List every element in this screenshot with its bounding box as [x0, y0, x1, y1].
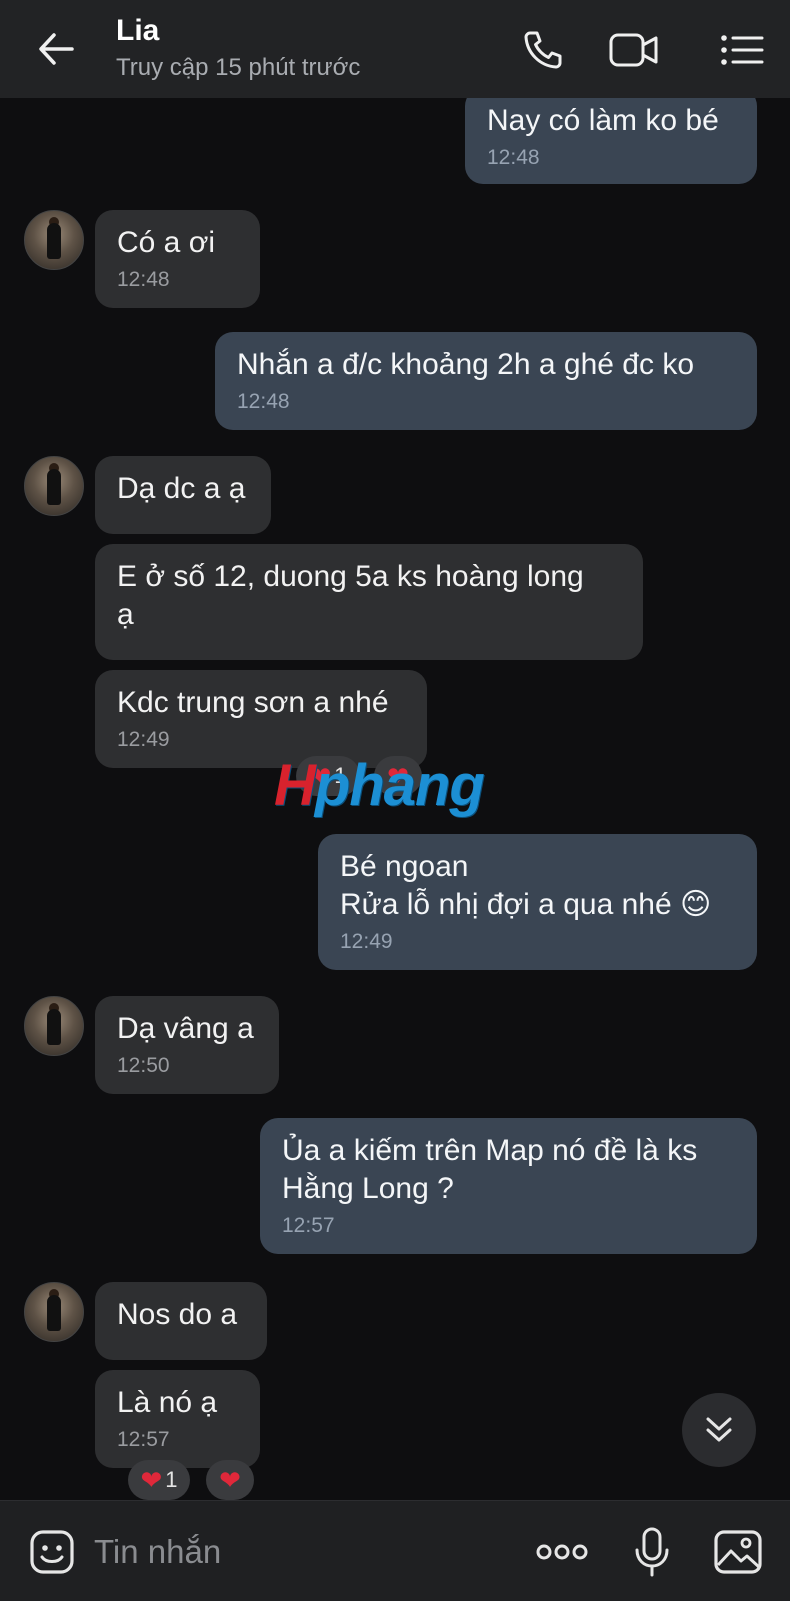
chat-header: Lia Truy cập 15 phút trước: [0, 0, 790, 98]
message-text: Bé ngoan Rửa lỗ nhị đợi a qua nhé 😊: [340, 850, 712, 921]
scroll-to-bottom-button[interactable]: [682, 1393, 756, 1467]
message-bubble-outgoing[interactable]: Bé ngoan Rửa lỗ nhị đợi a qua nhé 😊 12:4…: [318, 834, 757, 970]
message-text: Là nó ạ: [117, 1386, 218, 1419]
back-arrow-icon: [39, 33, 74, 65]
contact-status: Truy cập 15 phút trước: [116, 54, 361, 81]
message-text: Kdc trung sơn a nhé: [117, 686, 389, 719]
message-text: E ở số 12, duong 5a ks hoàng long ạ: [117, 560, 584, 631]
video-call-icon: [609, 33, 658, 67]
heart-icon: ❤: [219, 1465, 241, 1495]
message-text: Dạ vâng a: [117, 1012, 254, 1045]
message-time: 12:57: [282, 1214, 335, 1237]
reaction-count-badge[interactable]: ❤ 1: [128, 1460, 190, 1500]
avatar[interactable]: [24, 996, 84, 1056]
message-bubble-outgoing[interactable]: Ủa a kiếm trên Map nó đề là ks Hằng Long…: [260, 1118, 757, 1254]
list-menu-icon: [721, 35, 764, 65]
message-text: Nay có làm ko bé: [487, 104, 719, 137]
microphone-icon: [635, 1527, 669, 1577]
message-time: 12:50: [117, 1054, 170, 1077]
heart-icon: ❤: [140, 1465, 163, 1495]
message-time: 12:57: [117, 1428, 170, 1451]
message-time: 12:48: [237, 390, 290, 413]
message-bubble-incoming[interactable]: Nos do a: [95, 1282, 267, 1360]
message-time: 12:48: [117, 268, 170, 291]
contact-name[interactable]: Lia: [116, 14, 159, 48]
message-input[interactable]: [92, 1527, 516, 1577]
message-time: 12:48: [487, 146, 540, 169]
more-options-icon: [536, 1544, 588, 1560]
avatar[interactable]: [24, 1282, 84, 1342]
add-reaction-button[interactable]: ❤: [206, 1460, 254, 1500]
image-icon: [714, 1530, 762, 1574]
message-bubble-outgoing[interactable]: Nay có làm ko bé 12:48: [465, 98, 757, 184]
message-text: Dạ dc a ạ: [117, 472, 246, 505]
message-text: Nos do a: [117, 1298, 238, 1331]
voice-message-button[interactable]: [624, 1525, 680, 1579]
message-bubble-incoming[interactable]: Có a ơi 12:48: [95, 210, 260, 308]
avatar[interactable]: [24, 210, 84, 270]
sticker-icon: [30, 1530, 74, 1574]
watermark-logo: Hphang: [274, 753, 485, 818]
message-time: 12:49: [340, 930, 393, 953]
message-bubble-incoming[interactable]: Dạ vâng a 12:50: [95, 996, 279, 1094]
message-composer: [0, 1500, 790, 1601]
message-text: Ủa a kiếm trên Map nó đề là ks Hằng Long…: [282, 1134, 698, 1205]
chat-options-button[interactable]: [714, 24, 770, 76]
reaction-count: 1: [165, 1467, 178, 1492]
back-button[interactable]: [28, 24, 84, 74]
double-chevron-down-icon: [706, 1417, 732, 1442]
sticker-button[interactable]: [24, 1525, 80, 1579]
avatar[interactable]: [24, 456, 84, 516]
message-bubble-incoming[interactable]: Là nó ạ 12:57: [95, 1370, 260, 1468]
phone-icon: [524, 31, 562, 69]
voice-call-button[interactable]: [515, 24, 571, 76]
message-time: 12:49: [117, 728, 170, 751]
send-image-button[interactable]: [710, 1525, 766, 1579]
message-text: Có a ơi: [117, 226, 216, 259]
message-bubble-incoming[interactable]: Dạ dc a ạ: [95, 456, 271, 534]
message-bubble-incoming[interactable]: E ở số 12, duong 5a ks hoàng long ạ: [95, 544, 643, 660]
message-text: Nhắn a đ/c khoảng 2h a ghé đc ko: [237, 348, 695, 381]
message-bubble-outgoing[interactable]: Nhắn a đ/c khoảng 2h a ghé đc ko 12:48: [215, 332, 757, 430]
video-call-button[interactable]: [606, 24, 662, 76]
more-options-button[interactable]: [534, 1525, 590, 1579]
